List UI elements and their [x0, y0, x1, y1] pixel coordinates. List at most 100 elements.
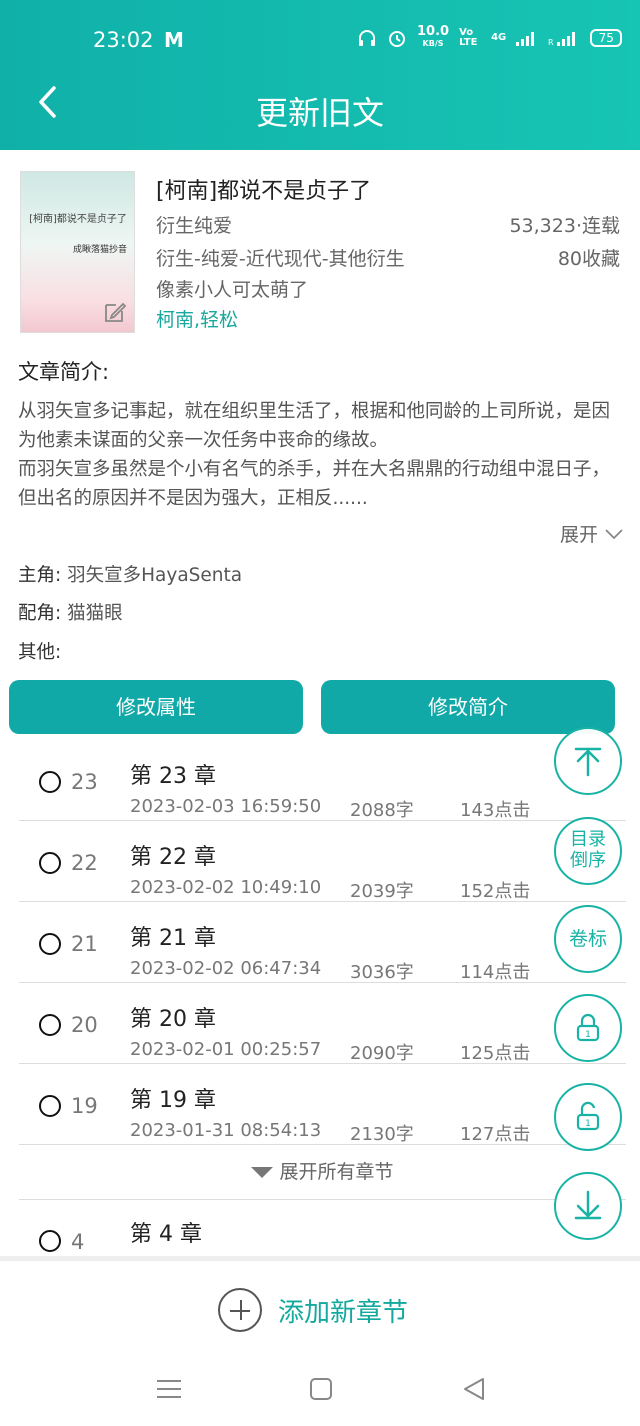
chapter-title: 第 21 章	[130, 926, 216, 951]
chapter-row[interactable]: 23 第 23 章 2023-02-03 16:59:50 2088字 143点…	[19, 740, 626, 821]
scroll-bottom-button[interactable]	[554, 1172, 622, 1240]
gmail-icon: M	[164, 28, 184, 52]
chapter-date: 2023-02-03 16:59:50	[130, 796, 322, 817]
edit-attributes-button[interactable]: 修改属性	[9, 680, 303, 734]
menu-icon[interactable]	[154, 1374, 184, 1404]
alarm-icon	[389, 30, 405, 47]
unlock-button[interactable]: 1	[554, 1083, 622, 1151]
chapter-clicks: 152点击	[460, 881, 531, 902]
cover-author: 成瞅落猫抄音	[73, 245, 128, 255]
status-time: 23:02	[93, 28, 154, 52]
unlock-icon: 1	[576, 1101, 600, 1131]
book-title: [柯南]都说不是贞子了	[156, 179, 372, 204]
arrow-down-icon	[574, 1190, 602, 1220]
chapter-radio[interactable]	[39, 771, 61, 793]
chevron-down-icon	[605, 529, 623, 540]
chapter-radio[interactable]	[39, 1095, 61, 1117]
back-triangle-icon[interactable]	[459, 1374, 489, 1404]
status-bar: 23:02 M 10.0 KB/S Vo LTE 4G R 75	[0, 24, 640, 56]
main-character-value: 羽矢宣多HayaSenta	[67, 565, 243, 586]
chapter-words: 2088字	[350, 800, 414, 821]
volume-label-text: 卷标	[568, 928, 607, 950]
supporting-character-value: 猫猫眼	[67, 603, 123, 624]
chapter-clicks: 125点击	[460, 1043, 531, 1064]
system-nav-bar	[0, 1356, 640, 1426]
page-title: 更新旧文	[255, 94, 384, 132]
chapter-words: 2130字	[350, 1124, 414, 1145]
summary-text: 从羽矢宣多记事起，就在组织里生活了，根据和他同龄的上司所说，是因为他素未谋面的父…	[18, 401, 611, 509]
plus-circle-icon	[218, 1288, 262, 1332]
home-icon[interactable]	[306, 1374, 336, 1404]
other-character-label: 其他:	[18, 642, 62, 663]
chapter-number: 21	[71, 932, 98, 956]
chapter-date: 2023-01-31 08:54:13	[130, 1120, 322, 1141]
book-favorites: 80收藏	[557, 248, 620, 270]
chapter-row[interactable]: 20 第 20 章 2023-02-01 00:25:57 2090字 125点…	[19, 983, 626, 1064]
chapter-row[interactable]: 21 第 21 章 2023-02-02 06:47:34 3036字 114点…	[19, 902, 626, 983]
chapter-number: 22	[71, 851, 98, 875]
chapter-words: 3036字	[350, 962, 414, 983]
supporting-character-row: 配角: 猫猫眼	[18, 599, 123, 625]
battery-icon: 75	[590, 28, 623, 47]
chapter-date: 2023-02-02 10:49:10	[130, 877, 322, 898]
chapter-radio[interactable]	[39, 852, 61, 874]
chapter-clicks: 127点击	[460, 1124, 531, 1145]
other-character-row: 其他:	[18, 638, 61, 664]
chapter-words: 2039字	[350, 881, 414, 902]
book-tags: 衍生-纯爱-近代现代-其他衍生	[156, 248, 405, 270]
headphones-icon	[359, 29, 375, 46]
chapter-title: 第 23 章	[130, 764, 216, 789]
lock-icon: 1	[576, 1013, 600, 1042]
scroll-top-button[interactable]	[554, 727, 622, 795]
lock-button[interactable]: 1	[554, 994, 622, 1062]
chapter-words: 2090字	[350, 1043, 414, 1064]
chapter-radio[interactable]	[39, 1014, 61, 1036]
signal-icon-2: R	[548, 31, 576, 46]
cover-title: [柯南]都说不是贞子了	[29, 214, 127, 225]
bottom-bar: 添加新章节	[0, 1256, 640, 1356]
book-cover[interactable]: [柯南]都说不是贞子了 成瞅落猫抄音	[20, 171, 135, 333]
chapter-title: 第 22 章	[130, 845, 216, 870]
book-tagline: 像素小人可太萌了	[156, 279, 309, 301]
signal-icon	[516, 31, 535, 46]
chapter-list: 23 第 23 章 2023-02-03 16:59:50 2088字 143点…	[19, 740, 626, 1258]
reverse-order-button[interactable]: 目录 倒序	[554, 817, 622, 885]
network-type: 4G	[491, 32, 507, 43]
chapter-title: 第 4 章	[130, 1222, 202, 1247]
edit-summary-button[interactable]: 修改简介	[321, 680, 615, 734]
chapter-title: 第 19 章	[130, 1088, 216, 1113]
arrow-up-icon	[574, 747, 602, 777]
chapter-date: 2023-02-01 00:25:57	[130, 1039, 322, 1060]
status-icons: 10.0 KB/S Vo LTE 4G R 75	[357, 24, 623, 49]
edit-icon[interactable]	[103, 300, 127, 324]
supporting-character-label: 配角:	[18, 603, 62, 624]
chapter-number: 19	[71, 1094, 98, 1118]
chapter-title: 第 20 章	[130, 1007, 216, 1032]
svg-text:1: 1	[585, 1119, 591, 1129]
chapter-row[interactable]: 22 第 22 章 2023-02-02 10:49:10 2039字 152点…	[19, 821, 626, 902]
book-wordcount: 53,323·连载	[509, 215, 620, 237]
network-speed: 10.0 KB/S	[417, 24, 450, 49]
book-author-tags[interactable]: 柯南,轻松	[156, 305, 238, 332]
add-chapter-label: 添加新章节	[278, 1297, 409, 1328]
book-category: 衍生纯爱	[156, 215, 233, 237]
expand-summary-button[interactable]: 展开	[560, 520, 624, 547]
chapter-radio[interactable]	[39, 933, 61, 955]
chapter-date: 2023-02-02 06:47:34	[130, 958, 322, 979]
volume-label-button[interactable]: 卷标	[554, 905, 622, 973]
svg-text:1: 1	[585, 1030, 591, 1040]
main-character-row: 主角: 羽矢宣多HayaSenta	[18, 561, 242, 587]
chapter-radio[interactable]	[39, 1230, 61, 1252]
summary-label: 文章简介:	[18, 360, 110, 384]
volte-icon: Vo LTE	[459, 26, 478, 48]
show-all-chapters-button[interactable]: 展开所有章节	[19, 1145, 626, 1200]
chapter-row[interactable]: 19 第 19 章 2023-01-31 08:54:13 2130字 127点…	[19, 1064, 626, 1145]
add-chapter-button[interactable]: 添加新章节	[218, 1285, 408, 1335]
chapter-row[interactable]: 4 第 4 章	[19, 1200, 626, 1258]
chapter-number: 4	[71, 1230, 85, 1254]
expand-label: 展开	[559, 524, 598, 546]
chapter-number: 20	[71, 1013, 98, 1037]
speed-value: 10.0	[417, 24, 450, 39]
chapter-number: 23	[71, 770, 98, 794]
speed-unit: KB/S	[422, 39, 444, 48]
